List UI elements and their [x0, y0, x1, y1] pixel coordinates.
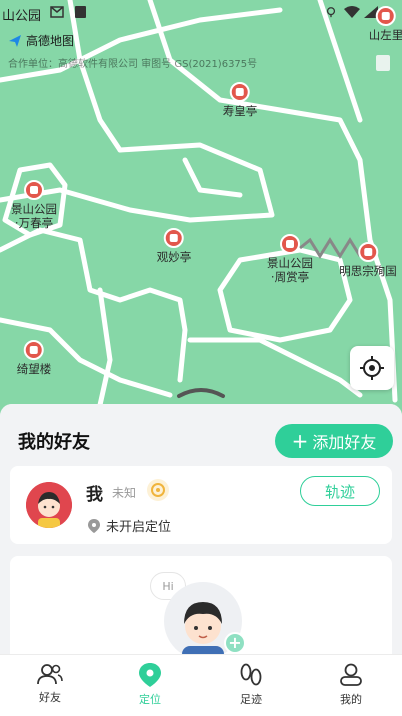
my-card[interactable]: 我 未知 未开启定位 轨迹 [10, 466, 392, 544]
poi-pin-icon [24, 340, 44, 360]
tab-footprints[interactable]: 足迹 [211, 663, 291, 707]
add-friend-label: 添加好友 [312, 433, 377, 452]
poi-pin-icon [376, 6, 396, 26]
profile-icon [340, 663, 362, 686]
friends-header: 我的好友 + 添加好友 [0, 404, 402, 466]
poi-pin-icon [358, 242, 378, 262]
poi-label: 绮望楼 [16, 362, 52, 376]
invite-card[interactable]: Hi + [10, 556, 392, 666]
poi-zhoushang[interactable]: 景山公园 ·周赏亭 [267, 234, 313, 285]
sheet-drag-handle[interactable] [175, 384, 227, 400]
poi-shouhuang[interactable]: 寿皇亭 [222, 82, 258, 118]
poi-label: 景山公园 ·万春亭 [11, 202, 57, 231]
footprints-icon [240, 663, 262, 686]
poi-label: 景山公园 ·周赏亭 [267, 256, 313, 285]
location-pin-icon [139, 663, 161, 687]
crosshair-icon [360, 356, 384, 380]
friends-icon [37, 664, 63, 685]
locate-me-button[interactable] [350, 346, 394, 390]
wifi-icon [344, 6, 360, 18]
tab-footprints-label: 足迹 [240, 693, 262, 706]
poi-pin-icon [230, 82, 250, 102]
invite-plus-icon[interactable]: + [224, 632, 246, 654]
status-carrier-text: 山公园 [2, 9, 42, 24]
poi-pin-icon [280, 234, 300, 254]
poi-label: 观妙亭 [156, 250, 192, 264]
plus-icon: + [291, 429, 309, 453]
tab-location-label: 定位 [139, 693, 161, 706]
my-status: 未知 [112, 486, 137, 500]
poi-label: 寿皇亭 [222, 104, 258, 118]
poi-guanmiao[interactable]: 观妙亭 [156, 228, 192, 264]
app-notification-icon [75, 6, 86, 18]
tab-profile[interactable]: 我的 [311, 663, 391, 707]
poi-label: 山左里 [368, 28, 402, 42]
girl-avatar-icon [26, 482, 72, 528]
tab-profile-label: 我的 [340, 693, 362, 706]
track-button[interactable]: 轨迹 [300, 476, 380, 506]
map-brand-label: 高德地图 [26, 34, 75, 48]
add-friend-button[interactable]: + 添加好友 [275, 424, 393, 458]
poi-wanchun[interactable]: 景山公园 ·万春亭 [11, 180, 57, 231]
tab-location[interactable]: 定位 [110, 663, 190, 707]
my-name: 我 [86, 485, 103, 505]
message-icon [50, 6, 64, 18]
map-brand: 高德地图 [8, 32, 74, 49]
poi-label: 明思宗殉国 [339, 264, 397, 278]
tab-friends[interactable]: 好友 [10, 663, 90, 705]
my-avatar [26, 482, 72, 528]
tab-friends-label: 好友 [39, 691, 61, 704]
poi-pin-icon [164, 228, 184, 248]
poi-top-right[interactable]: 山左里 [369, 6, 402, 42]
poi-mingsizong[interactable]: 明思宗殉国 [339, 242, 397, 278]
map-copyright: 合作单位：高德软件有限公司 审图号 GS(2021)6375号 [8, 59, 258, 70]
bottom-tab-bar: 好友 定位 足迹 我的 [0, 654, 402, 716]
target-icon [147, 479, 169, 501]
poi-qiwang[interactable]: 绮望楼 [16, 340, 52, 376]
my-location-text: 未开启定位 [106, 520, 172, 535]
gps-icon [326, 7, 336, 18]
poi-pin-icon [24, 180, 44, 200]
map-view[interactable]: 山公园 高德地图 合作单位：高德软件有限公司 审图号 GS(2021)6375号… [0, 0, 402, 420]
friends-title: 我的好友 [10, 428, 90, 456]
my-location-status: 未开启定位 [88, 516, 171, 535]
status-bar: 山公园 [0, 0, 402, 26]
location-pin-icon [88, 518, 100, 533]
amap-logo-icon [9, 34, 21, 47]
